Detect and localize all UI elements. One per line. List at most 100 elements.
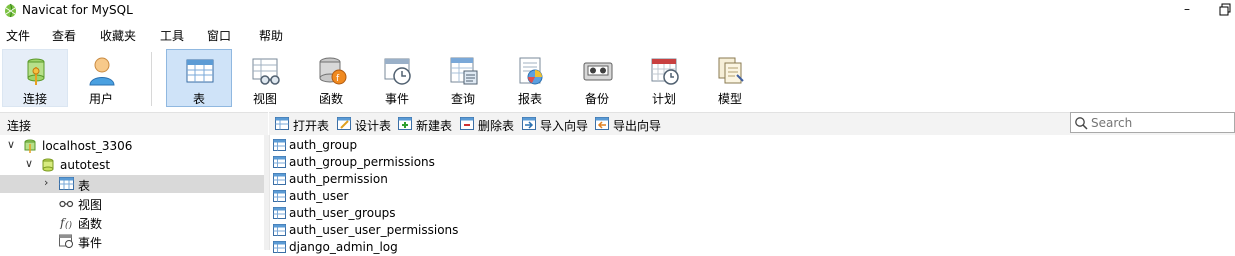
tree-item-tables[interactable]: › 表 <box>0 175 264 193</box>
model-icon <box>718 57 744 84</box>
tree-item-views[interactable]: 视图 <box>0 194 264 212</box>
connection-label: 连接 <box>22 92 47 106</box>
open-table-label: 打开表 <box>293 119 330 133</box>
table-name: auth_group <box>289 138 358 152</box>
menu-view[interactable]: 查看 <box>52 27 76 44</box>
query-button[interactable]: 查询 <box>430 49 496 107</box>
expand-arrow[interactable]: › <box>44 176 48 189</box>
main-toolbar: 连接 用户 表 视图 f 函数 事件 查询 报表 备份 计划 模型 <box>0 46 1235 110</box>
table-icon <box>273 190 286 202</box>
function-label: 函数 <box>318 92 343 106</box>
tree-item-events[interactable]: 事件 <box>0 232 264 250</box>
table-name: auth_user_user_permissions <box>289 223 459 237</box>
menu-tools[interactable]: 工具 <box>160 27 184 44</box>
backup-label: 备份 <box>584 92 609 106</box>
tree-label: 表 <box>78 179 91 193</box>
user-icon <box>89 57 115 86</box>
report-label: 报表 <box>517 92 542 106</box>
expand-arrow[interactable]: ∨ <box>7 138 15 151</box>
table-name: auth_group_permissions <box>289 155 435 169</box>
report-button[interactable]: 报表 <box>497 49 563 107</box>
table-label: 表 <box>192 92 205 106</box>
event-icon <box>384 58 411 85</box>
table-name: auth_user <box>289 189 349 203</box>
backup-button[interactable]: 备份 <box>564 49 630 107</box>
query-icon <box>450 57 478 85</box>
navicat-logo-icon <box>5 3 16 18</box>
table-icon <box>273 224 286 236</box>
toolbar-separator <box>151 52 152 106</box>
connection-icon <box>24 139 36 153</box>
table-button[interactable]: 表 <box>166 49 232 107</box>
model-label: 模型 <box>717 92 742 106</box>
schedule-label: 计划 <box>651 92 676 106</box>
menu-bar: 文件 查看 收藏夹 工具 窗口 帮助 <box>0 23 1235 45</box>
import-wizard-label: 导入向导 <box>540 119 589 133</box>
tree-item-autotest[interactable]: ∨ autotest <box>0 156 264 174</box>
connection-button[interactable]: 连接 <box>2 49 68 107</box>
menu-file[interactable]: 文件 <box>6 27 30 44</box>
search-input[interactable] <box>1091 115 1231 130</box>
export-wizard-label: 导出向导 <box>613 119 662 133</box>
table-icon <box>273 241 286 253</box>
design-table-label: 设计表 <box>355 119 392 133</box>
view-icon <box>59 200 74 208</box>
list-item[interactable]: auth_group_permissions <box>272 154 572 171</box>
menu-window[interactable]: 窗口 <box>207 27 231 44</box>
delete-table-label: 删除表 <box>478 119 515 133</box>
tree-item-localhost[interactable]: ∨ localhost_3306 <box>0 137 264 155</box>
model-button[interactable]: 模型 <box>697 49 763 107</box>
table-icon <box>59 177 74 190</box>
function-icon: f () <box>59 216 73 229</box>
function-button[interactable]: f 函数 <box>298 49 364 107</box>
table-icon <box>273 139 286 151</box>
list-item[interactable]: auth_user <box>272 188 572 205</box>
table-name: auth_permission <box>289 172 388 186</box>
tree-item-functions[interactable]: f () 函数 <box>0 213 264 231</box>
tree-label: 事件 <box>78 236 103 250</box>
table-list: auth_group auth_group_permissions auth_p… <box>272 136 1235 254</box>
minimize-button[interactable]: – <box>1180 2 1194 18</box>
search-box[interactable] <box>1070 112 1235 133</box>
list-item[interactable]: auth_user_groups <box>272 205 572 222</box>
title-bar: Navicat for MySQL – <box>0 0 1235 22</box>
list-item[interactable]: django_admin_log <box>272 239 572 256</box>
schedule-icon <box>651 58 679 85</box>
view-button[interactable]: 视图 <box>232 49 298 107</box>
connection-icon <box>27 58 45 85</box>
report-icon <box>519 57 543 85</box>
expand-arrow[interactable]: ∨ <box>25 157 33 170</box>
menu-help[interactable]: 帮助 <box>259 27 283 44</box>
view-label: 视图 <box>252 92 277 106</box>
list-item[interactable]: auth_user_user_permissions <box>272 222 572 239</box>
table-icon <box>273 173 286 185</box>
window-title: Navicat for MySQL <box>22 3 133 17</box>
tree-label: autotest <box>60 158 111 172</box>
table-name: django_admin_log <box>289 240 398 254</box>
list-item[interactable]: auth_permission <box>272 171 572 188</box>
search-icon <box>1075 117 1088 130</box>
menu-favorites[interactable]: 收藏夹 <box>100 27 136 44</box>
table-name: auth_user_groups <box>289 206 396 220</box>
open-table-icon <box>275 117 289 130</box>
query-label: 查询 <box>450 92 475 106</box>
event-label: 事件 <box>384 92 409 106</box>
tree-label: localhost_3306 <box>42 139 133 153</box>
list-item[interactable]: auth_group <box>272 137 572 154</box>
schedule-button[interactable]: 计划 <box>631 49 697 107</box>
restore-button[interactable] <box>1219 3 1231 17</box>
tree-label: 函数 <box>78 217 103 231</box>
database-icon <box>42 158 54 172</box>
export-wizard-icon <box>595 117 609 130</box>
user-button[interactable]: 用户 <box>68 49 134 107</box>
view-icon <box>252 58 280 85</box>
delete-table-icon <box>460 117 474 130</box>
panel-divider <box>269 135 270 250</box>
import-wizard-icon <box>522 117 536 130</box>
event-button[interactable]: 事件 <box>364 49 430 107</box>
new-table-icon <box>398 117 412 130</box>
user-label: 用户 <box>88 92 113 106</box>
backup-icon <box>583 62 613 81</box>
table-icon <box>273 207 286 219</box>
table-icon <box>273 156 286 168</box>
